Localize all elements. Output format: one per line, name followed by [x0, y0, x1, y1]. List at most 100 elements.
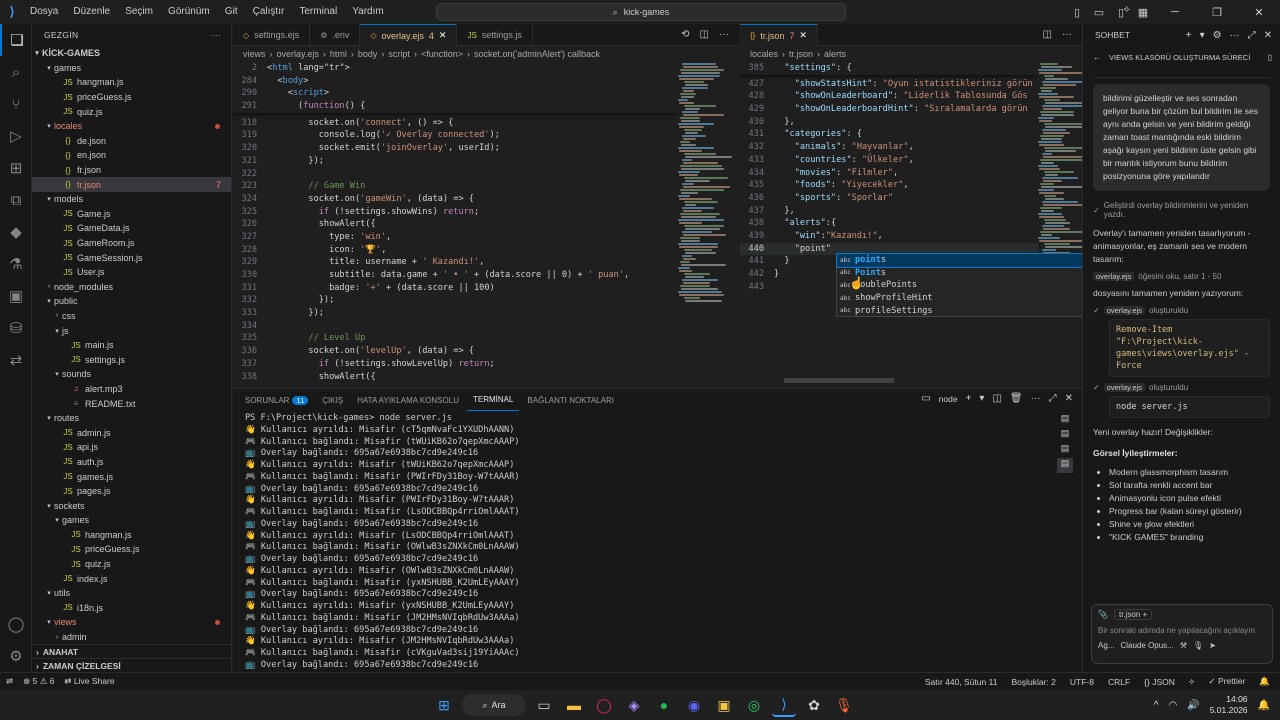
suggestion-item[interactable]: abc profileSettings — [837, 304, 1123, 317]
breadcrumb-item[interactable]: views — [243, 49, 266, 59]
minimap-right[interactable] — [1038, 62, 1082, 388]
outline-section[interactable]: › ANAHAT — [32, 644, 231, 658]
split-terminal-icon[interactable]: ◫ — [992, 393, 1001, 404]
sessions-icon[interactable]: ▯ — [1268, 53, 1272, 62]
terminal-name[interactable]: node — [939, 394, 958, 404]
clock[interactable]: 14:06 5.01.2026 — [1210, 694, 1248, 716]
problems-status[interactable]: ⊗ 5 ⚠ 6 — [23, 676, 54, 687]
file-item[interactable]: {} fr.json — [32, 163, 231, 178]
volume-icon[interactable]: 🔊 — [1187, 700, 1199, 711]
whatsapp-icon[interactable]: ◎ — [742, 693, 766, 717]
remote-icon[interactable]: ⇌ — [6, 676, 13, 687]
source-control-icon[interactable]: ⑂ — [0, 88, 32, 120]
terminal-tab-icon[interactable]: ▤ — [1057, 443, 1073, 458]
menu-view[interactable]: Görünüm — [162, 6, 216, 17]
folder-item[interactable]: › css — [32, 309, 231, 324]
close-icon[interactable]: ✕ — [1264, 30, 1272, 41]
app-icon[interactable]: ◈ — [622, 693, 646, 717]
back-arrow-icon[interactable]: ← — [1093, 53, 1101, 62]
account-icon[interactable]: ◯ — [0, 608, 32, 640]
folder-item[interactable]: ▾ games — [32, 61, 231, 76]
folder-item[interactable]: ▾ sockets — [32, 498, 231, 513]
wifi-icon[interactable]: ◠ — [1169, 700, 1178, 711]
search-icon[interactable]: ⌕ — [0, 56, 32, 88]
more-actions-icon[interactable]: ··· — [212, 30, 221, 40]
chevron-down-icon[interactable]: ▾ — [1200, 30, 1205, 41]
minimize-icon[interactable]: ─ — [1154, 0, 1196, 24]
panel-tab-1[interactable]: ÇIKIŞ — [316, 389, 349, 411]
breadcrumb-item[interactable]: socket.on('adminAlert') callback — [474, 49, 600, 59]
file-item[interactable]: {} en.json — [32, 148, 231, 163]
panel-tab-4[interactable]: BAĞLANTI NOKTALARI — [521, 389, 620, 411]
file-item[interactable]: JS settings.js — [32, 352, 231, 367]
run-debug-icon[interactable]: ▷ — [0, 120, 32, 152]
file-chip[interactable]: overlay.ejs — [1103, 306, 1145, 315]
close-icon[interactable]: ✕ — [799, 30, 807, 41]
spotify-icon[interactable]: ● — [652, 693, 676, 717]
prettier-status[interactable]: ✓ Prettier — [1209, 676, 1246, 687]
tab-tr-json[interactable]: {} tr.json 7 ✕ — [740, 24, 818, 46]
notification-center-icon[interactable]: 🔔 — [1258, 700, 1270, 711]
mongodb-icon[interactable]: ◆ — [0, 216, 32, 248]
more-actions-icon[interactable]: ··· — [1230, 30, 1240, 41]
indentation[interactable]: Boşluklar: 2 — [1011, 677, 1055, 687]
context-chip[interactable]: tr.json + — [1113, 609, 1153, 620]
folder-item[interactable]: › node_modules — [32, 280, 231, 295]
send-icon[interactable]: ➤ — [1209, 641, 1216, 650]
opera-icon[interactable]: ◯ — [592, 693, 616, 717]
database-icon[interactable]: ⛁ — [0, 312, 32, 344]
suggestion-item[interactable]: abc doublePoints — [837, 279, 1123, 292]
terminal-output[interactable]: PS F:\Project\kick-games> node server.js… — [245, 413, 1045, 672]
menu-go[interactable]: Git — [219, 6, 244, 17]
menu-edit[interactable]: Düzenle — [67, 6, 116, 17]
code-editor-left[interactable]: 2 <html lang="tr"> 284 <body> 290 <script> 2… — [233, 62, 678, 388]
tools-icon[interactable]: ⚒ — [1180, 641, 1187, 650]
tab-settings-ejs[interactable]: ◇ settings.ejs — [233, 24, 311, 46]
chatgpt-icon[interactable]: ✿ — [802, 693, 826, 717]
folder-item[interactable]: ▾ utils — [32, 586, 231, 601]
live-share-status[interactable]: ⇄ Live Share — [64, 676, 114, 687]
explorer-icon[interactable]: ❏ — [0, 24, 32, 56]
restore-icon[interactable]: ❐ — [1196, 0, 1238, 24]
command-center-search[interactable]: ⌕ kick-games — [436, 3, 846, 21]
file-item[interactable]: JS api.js — [32, 440, 231, 455]
created-step-1[interactable]: ✓ overlay.ejs oluşturuldu — [1083, 306, 1280, 315]
terminal-tab-icon[interactable]: ▤ — [1057, 428, 1073, 443]
folder-item[interactable]: ▾ sounds — [32, 367, 231, 382]
copilot-status-icon[interactable]: ⟡ — [1189, 676, 1195, 687]
new-chat-icon[interactable]: + — [1186, 30, 1192, 41]
vscode-taskbar-icon[interactable]: ⟩ — [772, 693, 796, 717]
encoding[interactable]: UTF-8 — [1070, 677, 1094, 687]
more-actions-icon[interactable]: ··· — [719, 29, 729, 40]
folder-app-icon[interactable]: ▣ — [712, 693, 736, 717]
language-mode[interactable]: {} JSON — [1144, 677, 1175, 687]
file-item[interactable]: JS auth.js — [32, 455, 231, 470]
file-item[interactable]: ≡ README.txt — [32, 396, 231, 411]
menu-terminal[interactable]: Terminal — [293, 6, 343, 17]
close-icon[interactable]: ✕ — [439, 30, 447, 41]
mode-picker[interactable]: Ag... — [1098, 641, 1114, 650]
remote-explorer-icon[interactable]: ⧉ — [0, 184, 32, 216]
terminal-tab-icon[interactable]: ▤ — [1057, 458, 1073, 473]
breadcrumb-item[interactable]: tr.json — [789, 49, 813, 59]
split-editor-icon[interactable]: ◫ — [1043, 29, 1052, 40]
terminal-tab-icon[interactable]: ▤ — [1057, 413, 1073, 428]
tab-overlay-ejs[interactable]: ◇ overlay.ejs 4 ✕ — [360, 24, 458, 46]
manage-gear-icon[interactable]: ⚙ — [0, 640, 32, 672]
close-icon[interactable]: ✕ — [1238, 0, 1280, 24]
windows-start-icon[interactable]: ⊞ — [432, 693, 456, 717]
new-terminal-icon[interactable]: + — [966, 393, 972, 404]
file-item[interactable]: JS games.js — [32, 469, 231, 484]
suggestion-item[interactable]: abc Points — [837, 267, 1123, 280]
customize-layout-icon[interactable]: ▦ — [1132, 0, 1154, 24]
file-item[interactable]: JS i18n.js — [32, 601, 231, 616]
close-panel-icon[interactable]: ✕ — [1065, 393, 1073, 404]
more-actions-icon[interactable]: ··· — [1031, 393, 1041, 404]
layout-secondary-icon[interactable]: ▯ — [1110, 0, 1132, 24]
gear-icon[interactable]: ⚙ — [1213, 30, 1222, 41]
docker-icon[interactable]: ▣ — [0, 280, 32, 312]
code-editor-right[interactable]: 385 "settings": { 427 "showStatsHint": "… — [740, 62, 1038, 388]
file-item[interactable]: JS hangman.js — [32, 528, 231, 543]
breadcrumb-item[interactable]: locales — [750, 49, 778, 59]
maximize-icon[interactable]: ⤢ — [1248, 30, 1256, 41]
